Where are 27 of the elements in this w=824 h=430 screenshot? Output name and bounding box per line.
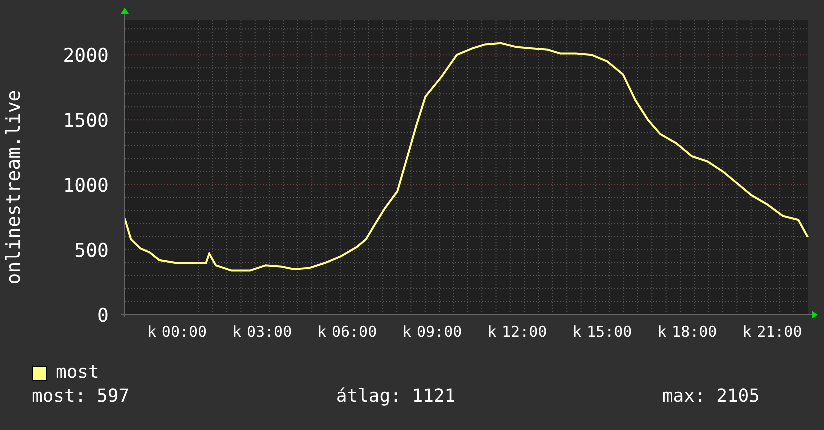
x-tick-label: 15:00	[587, 323, 632, 341]
x-tick-label: 03:00	[246, 323, 292, 341]
stat-text: átlag: 1121	[336, 386, 456, 408]
stat-text: most: 597	[32, 386, 130, 408]
x-tick-prefix: k	[658, 323, 667, 341]
x-tick-label: 18:00	[672, 323, 718, 341]
y-axis-label: onlinestream.live	[3, 90, 25, 285]
y-tick-label: 2000	[63, 45, 109, 68]
y-tick-label: 1000	[63, 175, 109, 198]
x-tick-prefix: k	[318, 323, 327, 341]
y-tick-label: 1500	[63, 110, 109, 132]
x-tick-label: 12:00	[502, 323, 548, 341]
x-tick-label: 00:00	[162, 323, 208, 341]
stat-text: max: 2105	[662, 386, 760, 408]
x-tick-label: 06:00	[332, 323, 378, 341]
y-tick-label: 500	[74, 240, 109, 262]
x-tick-prefix: k	[232, 323, 242, 341]
x-tick-label: 09:00	[417, 323, 462, 341]
x-tick-prefix: k	[742, 323, 752, 341]
x-tick-prefix: k	[147, 323, 157, 341]
x-tick-label: 21:00	[757, 323, 802, 341]
x-tick-prefix: k	[572, 323, 582, 341]
legend-swatch	[32, 366, 47, 380]
x-tick-prefix: k	[402, 323, 412, 341]
x-tick-prefix: k	[488, 323, 497, 341]
legend-label: most	[56, 362, 100, 384]
y-tick-label: 0	[98, 305, 109, 327]
